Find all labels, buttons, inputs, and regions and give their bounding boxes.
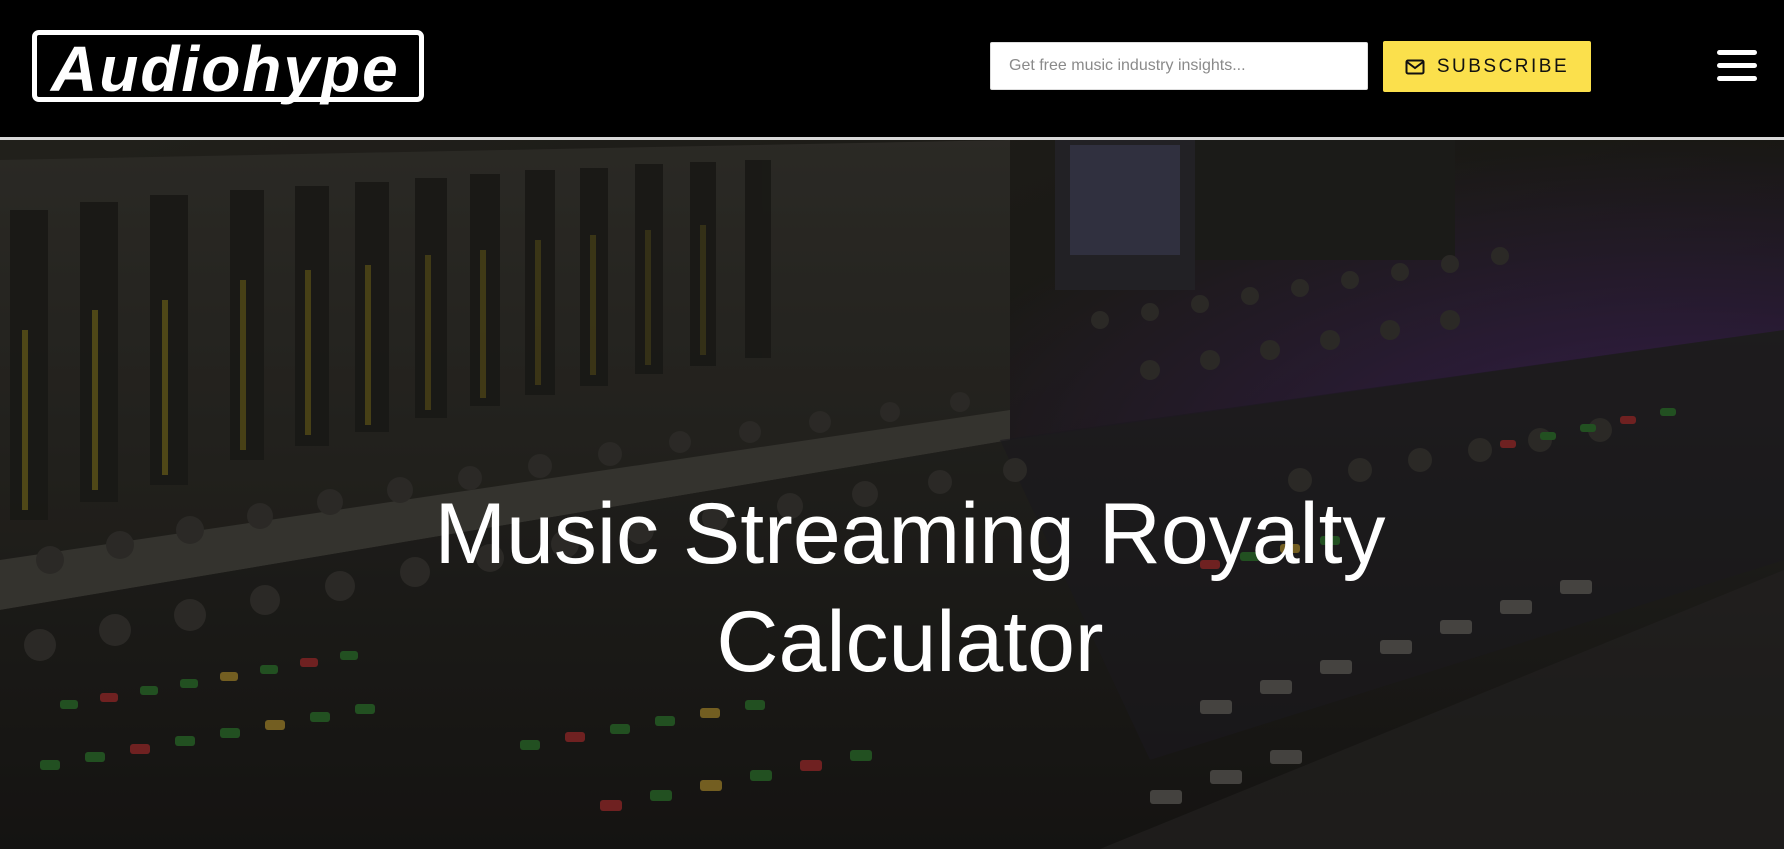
hero-section: Music Streaming Royalty Calculator: [0, 140, 1784, 849]
logo-text: Audiohype: [51, 33, 400, 105]
menu-bar: [1717, 76, 1757, 81]
hamburger-menu-icon[interactable]: [1715, 50, 1759, 84]
menu-bar: [1717, 50, 1757, 55]
page-title: Music Streaming Royalty Calculator: [434, 486, 1386, 690]
envelope-icon: [1405, 59, 1425, 75]
subscribe-label: SUBSCRIBE: [1436, 55, 1570, 77]
insights-email-input[interactable]: [990, 42, 1368, 90]
site-logo[interactable]: Audiohype: [32, 30, 424, 105]
subscribe-button[interactable]: SUBSCRIBE: [1383, 41, 1591, 92]
menu-bar: [1717, 63, 1757, 68]
site-header: Audiohype SUBSCRIBE: [0, 0, 1784, 137]
